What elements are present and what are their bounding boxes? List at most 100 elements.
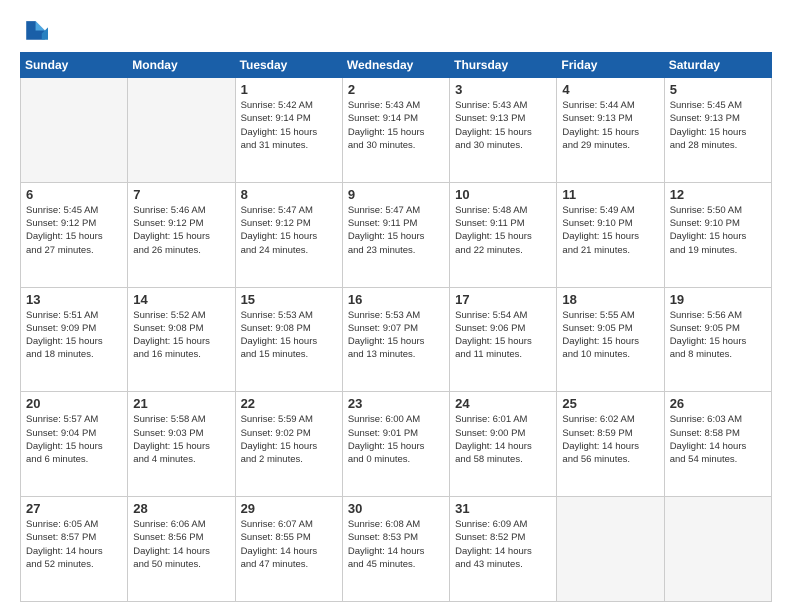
day-info: Sunrise: 5:57 AM Sunset: 9:04 PM Dayligh…: [26, 413, 122, 466]
day-number: 28: [133, 501, 229, 516]
day-info: Sunrise: 6:05 AM Sunset: 8:57 PM Dayligh…: [26, 518, 122, 571]
day-number: 13: [26, 292, 122, 307]
day-info: Sunrise: 6:03 AM Sunset: 8:58 PM Dayligh…: [670, 413, 766, 466]
day-number: 19: [670, 292, 766, 307]
calendar-cell: 15 Sunrise: 5:53 AM Sunset: 9:08 PM Dayli…: [235, 287, 342, 392]
day-number: 25: [562, 396, 658, 411]
day-number: 9: [348, 187, 444, 202]
day-number: 20: [26, 396, 122, 411]
day-info: Sunrise: 5:58 AM Sunset: 9:03 PM Dayligh…: [133, 413, 229, 466]
calendar-cell: 2 Sunrise: 5:43 AM Sunset: 9:14 PM Daylig…: [342, 78, 449, 183]
calendar-cell: 26 Sunrise: 6:03 AM Sunset: 8:58 PM Dayli…: [664, 392, 771, 497]
calendar-week-row: 13 Sunrise: 5:51 AM Sunset: 9:09 PM Dayli…: [21, 287, 772, 392]
day-info: Sunrise: 5:47 AM Sunset: 9:12 PM Dayligh…: [241, 204, 337, 257]
calendar-cell: 16 Sunrise: 5:53 AM Sunset: 9:07 PM Dayli…: [342, 287, 449, 392]
day-number: 6: [26, 187, 122, 202]
day-number: 17: [455, 292, 551, 307]
day-info: Sunrise: 5:43 AM Sunset: 9:14 PM Dayligh…: [348, 99, 444, 152]
day-info: Sunrise: 5:43 AM Sunset: 9:13 PM Dayligh…: [455, 99, 551, 152]
calendar-cell: 25 Sunrise: 6:02 AM Sunset: 8:59 PM Dayli…: [557, 392, 664, 497]
day-number: 2: [348, 82, 444, 97]
calendar-cell: 14Sunrise: 5:52 AM Sunset: 9:08 PM Dayli…: [128, 287, 235, 392]
calendar-cell: 11 Sunrise: 5:49 AM Sunset: 9:10 PM Dayli…: [557, 182, 664, 287]
day-number: 11: [562, 187, 658, 202]
day-number: 18: [562, 292, 658, 307]
calendar-cell: 6 Sunrise: 5:45 AM Sunset: 9:12 PM Daylig…: [21, 182, 128, 287]
calendar-cell: 28 Sunrise: 6:06 AM Sunset: 8:56 PM Dayli…: [128, 497, 235, 602]
calendar-table: SundayMondayTuesdayWednesdayThursdayFrid…: [20, 52, 772, 602]
day-number: 14: [133, 292, 229, 307]
day-number: 8: [241, 187, 337, 202]
day-number: 4: [562, 82, 658, 97]
day-info: Sunrise: 6:08 AM Sunset: 8:53 PM Dayligh…: [348, 518, 444, 571]
day-info: Sunrise: 6:06 AM Sunset: 8:56 PM Dayligh…: [133, 518, 229, 571]
calendar-cell: 29Sunrise: 6:07 AM Sunset: 8:55 PM Dayli…: [235, 497, 342, 602]
day-info: Sunrise: 6:09 AM Sunset: 8:52 PM Dayligh…: [455, 518, 551, 571]
day-info: Sunrise: 5:48 AM Sunset: 9:11 PM Dayligh…: [455, 204, 551, 257]
calendar-cell: 20 Sunrise: 5:57 AM Sunset: 9:04 PM Dayli…: [21, 392, 128, 497]
calendar-cell: 30 Sunrise: 6:08 AM Sunset: 8:53 PM Dayli…: [342, 497, 449, 602]
day-number: 30: [348, 501, 444, 516]
day-info: Sunrise: 5:51 AM Sunset: 9:09 PM Dayligh…: [26, 309, 122, 362]
weekday-header: Wednesday: [342, 53, 449, 78]
day-number: 12: [670, 187, 766, 202]
calendar-cell: 10 Sunrise: 5:48 AM Sunset: 9:11 PM Dayli…: [450, 182, 557, 287]
calendar-cell: 3 Sunrise: 5:43 AM Sunset: 9:13 PM Daylig…: [450, 78, 557, 183]
day-info: Sunrise: 5:47 AM Sunset: 9:11 PM Dayligh…: [348, 204, 444, 257]
day-number: 22: [241, 396, 337, 411]
day-number: 29: [241, 501, 337, 516]
calendar-cell: [557, 497, 664, 602]
calendar-cell: 18 Sunrise: 5:55 AM Sunset: 9:05 PM Dayli…: [557, 287, 664, 392]
day-info: Sunrise: 5:45 AM Sunset: 9:13 PM Dayligh…: [670, 99, 766, 152]
weekday-header: Saturday: [664, 53, 771, 78]
day-number: 26: [670, 396, 766, 411]
calendar-week-row: 6 Sunrise: 5:45 AM Sunset: 9:12 PM Daylig…: [21, 182, 772, 287]
day-info: Sunrise: 6:02 AM Sunset: 8:59 PM Dayligh…: [562, 413, 658, 466]
calendar-cell: 21 Sunrise: 5:58 AM Sunset: 9:03 PM Dayli…: [128, 392, 235, 497]
calendar-cell: 9 Sunrise: 5:47 AM Sunset: 9:11 PM Daylig…: [342, 182, 449, 287]
day-info: Sunrise: 5:53 AM Sunset: 9:08 PM Dayligh…: [241, 309, 337, 362]
weekday-header: Friday: [557, 53, 664, 78]
calendar-cell: 22Sunrise: 5:59 AM Sunset: 9:02 PM Dayli…: [235, 392, 342, 497]
day-info: Sunrise: 6:01 AM Sunset: 9:00 PM Dayligh…: [455, 413, 551, 466]
calendar-week-row: 27Sunrise: 6:05 AM Sunset: 8:57 PM Dayli…: [21, 497, 772, 602]
weekday-header: Monday: [128, 53, 235, 78]
calendar-cell: 8 Sunrise: 5:47 AM Sunset: 9:12 PM Daylig…: [235, 182, 342, 287]
calendar-cell: 12Sunrise: 5:50 AM Sunset: 9:10 PM Dayli…: [664, 182, 771, 287]
day-info: Sunrise: 5:45 AM Sunset: 9:12 PM Dayligh…: [26, 204, 122, 257]
calendar-cell: 5 Sunrise: 5:45 AM Sunset: 9:13 PM Daylig…: [664, 78, 771, 183]
logo: [20, 18, 52, 46]
header: [20, 18, 772, 46]
day-number: 31: [455, 501, 551, 516]
weekday-header-row: SundayMondayTuesdayWednesdayThursdayFrid…: [21, 53, 772, 78]
weekday-header: Sunday: [21, 53, 128, 78]
calendar-cell: [128, 78, 235, 183]
day-number: 24: [455, 396, 551, 411]
logo-icon: [20, 18, 48, 46]
weekday-header: Thursday: [450, 53, 557, 78]
day-number: 7: [133, 187, 229, 202]
calendar-cell: [664, 497, 771, 602]
day-info: Sunrise: 5:49 AM Sunset: 9:10 PM Dayligh…: [562, 204, 658, 257]
day-info: Sunrise: 5:55 AM Sunset: 9:05 PM Dayligh…: [562, 309, 658, 362]
day-info: Sunrise: 5:56 AM Sunset: 9:05 PM Dayligh…: [670, 309, 766, 362]
day-number: 23: [348, 396, 444, 411]
day-info: Sunrise: 5:42 AM Sunset: 9:14 PM Dayligh…: [241, 99, 337, 152]
day-info: Sunrise: 6:00 AM Sunset: 9:01 PM Dayligh…: [348, 413, 444, 466]
page: SundayMondayTuesdayWednesdayThursdayFrid…: [0, 0, 792, 612]
day-number: 3: [455, 82, 551, 97]
day-number: 10: [455, 187, 551, 202]
day-number: 15: [241, 292, 337, 307]
weekday-header: Tuesday: [235, 53, 342, 78]
calendar-cell: 13 Sunrise: 5:51 AM Sunset: 9:09 PM Dayli…: [21, 287, 128, 392]
calendar-cell: 17Sunrise: 5:54 AM Sunset: 9:06 PM Dayli…: [450, 287, 557, 392]
calendar-cell: 7 Sunrise: 5:46 AM Sunset: 9:12 PM Daylig…: [128, 182, 235, 287]
day-number: 16: [348, 292, 444, 307]
calendar-cell: 27Sunrise: 6:05 AM Sunset: 8:57 PM Dayli…: [21, 497, 128, 602]
day-info: Sunrise: 5:53 AM Sunset: 9:07 PM Dayligh…: [348, 309, 444, 362]
day-number: 21: [133, 396, 229, 411]
day-number: 5: [670, 82, 766, 97]
day-info: Sunrise: 5:46 AM Sunset: 9:12 PM Dayligh…: [133, 204, 229, 257]
calendar-cell: 4Sunrise: 5:44 AM Sunset: 9:13 PM Daylig…: [557, 78, 664, 183]
calendar-cell: 1Sunrise: 5:42 AM Sunset: 9:14 PM Daylig…: [235, 78, 342, 183]
